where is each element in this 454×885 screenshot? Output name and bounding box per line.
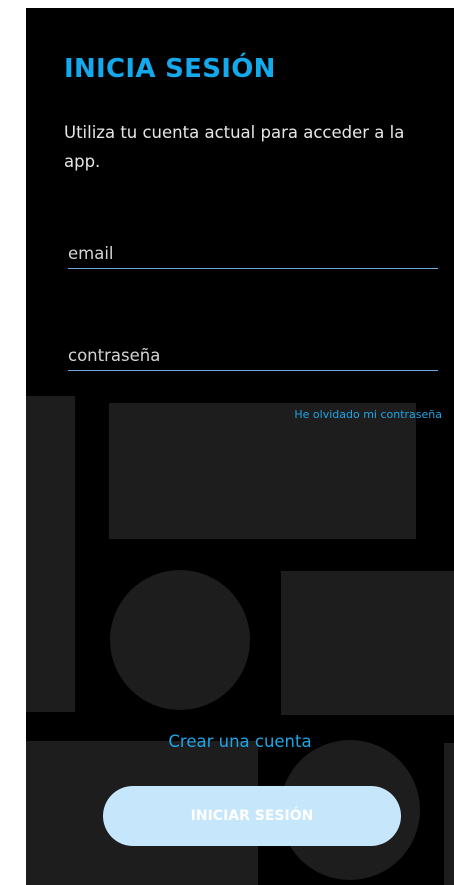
page-title: INICIA SESIÓN bbox=[64, 54, 276, 84]
email-input[interactable] bbox=[68, 238, 438, 268]
page-subtitle: Utiliza tu cuenta actual para acceder a … bbox=[64, 123, 405, 171]
password-input[interactable] bbox=[68, 340, 438, 370]
forgot-password-link[interactable]: He olvidado mi contraseña bbox=[294, 408, 442, 421]
decor-edge-right bbox=[444, 743, 454, 885]
login-screen: INICIA SESIÓN Utiliza tu cuenta actual p… bbox=[26, 8, 454, 885]
create-account-link[interactable]: Crear una cuenta bbox=[26, 732, 454, 751]
password-field bbox=[68, 340, 438, 371]
email-field bbox=[68, 238, 438, 269]
decor-circle bbox=[110, 570, 250, 710]
login-button[interactable]: INICIAR SESIÓN bbox=[103, 786, 401, 846]
decor-rect-center bbox=[109, 403, 416, 539]
decor-rect-left bbox=[26, 396, 75, 712]
decor-rect-right bbox=[281, 571, 454, 715]
